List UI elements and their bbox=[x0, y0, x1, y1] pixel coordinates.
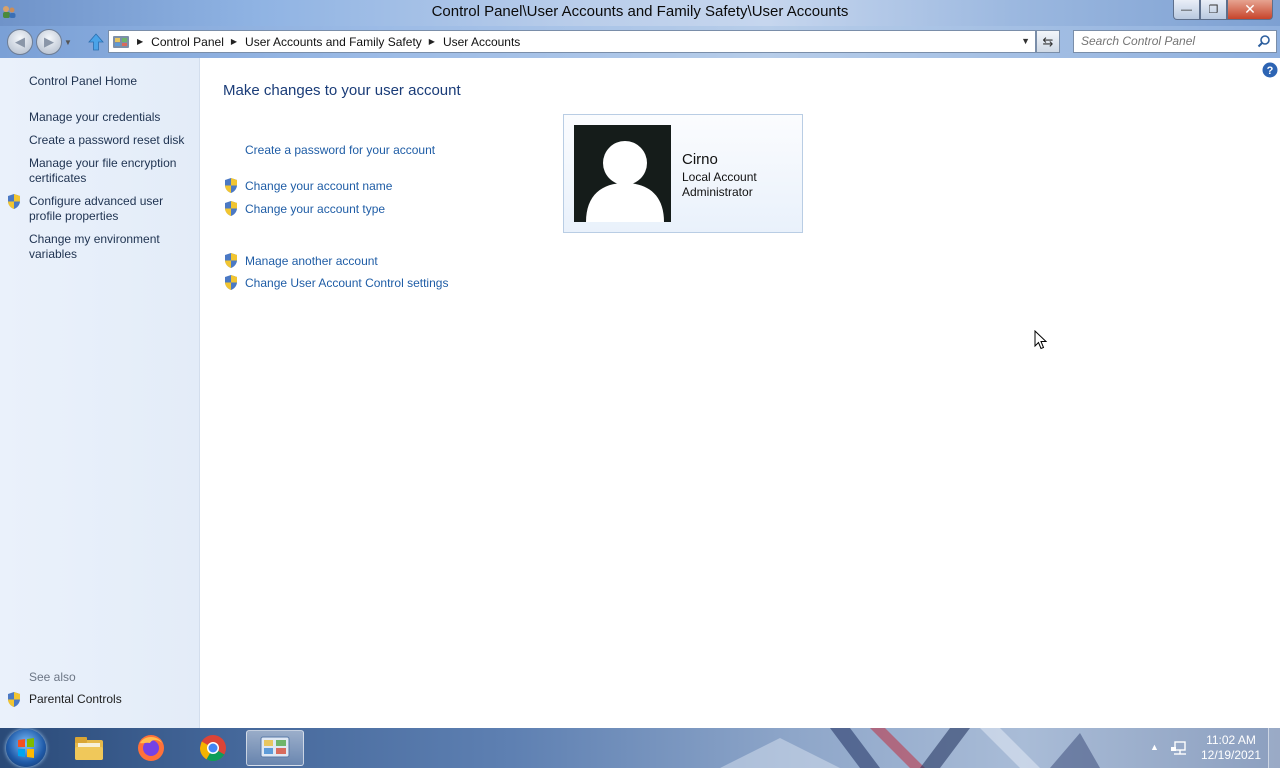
system-tray: ▲ 11:02 AM 12/19/2021 bbox=[1140, 728, 1280, 768]
uac-shield-icon bbox=[225, 178, 237, 193]
minimize-button[interactable]: — bbox=[1173, 0, 1200, 20]
control-panel-icon bbox=[113, 35, 129, 48]
avatar bbox=[574, 125, 671, 222]
refresh-button[interactable]: ⇆ bbox=[1036, 30, 1060, 53]
forward-button[interactable]: ▶ bbox=[36, 29, 62, 55]
windows-logo-icon bbox=[18, 738, 34, 758]
recent-pages-dropdown[interactable]: ▼ bbox=[64, 38, 72, 47]
control-panel-icon bbox=[260, 736, 290, 758]
environment-variables-link[interactable]: Change my environment variables bbox=[29, 232, 194, 262]
firefox-icon bbox=[138, 735, 164, 761]
help-icon[interactable]: ? bbox=[1262, 62, 1278, 78]
manage-credentials-link[interactable]: Manage your credentials bbox=[29, 110, 194, 125]
user-silhouette-icon bbox=[586, 141, 664, 222]
uac-shield-icon bbox=[225, 201, 237, 216]
control-panel-home-link[interactable]: Control Panel Home bbox=[29, 74, 194, 89]
arrow-left-icon: ◀ bbox=[15, 34, 25, 49]
user-name: Cirno bbox=[682, 151, 718, 168]
file-encryption-link[interactable]: Manage your file encryption certificates bbox=[29, 156, 194, 186]
clock-date: 12/19/2021 bbox=[1200, 748, 1262, 762]
change-account-type-link[interactable]: Change your account type bbox=[245, 202, 385, 216]
left-task-pane: Control Panel Home Manage your credentia… bbox=[0, 58, 200, 728]
refresh-icon: ⇆ bbox=[1042, 33, 1054, 49]
show-desktop-button[interactable] bbox=[1268, 728, 1280, 768]
svg-text:?: ? bbox=[1267, 65, 1274, 77]
taskbar-control-panel[interactable] bbox=[246, 730, 304, 766]
uac-shield-icon bbox=[225, 253, 237, 268]
user-account-tile[interactable]: Cirno Local Account Administrator bbox=[563, 114, 803, 233]
title-bar: Control Panel\User Accounts and Family S… bbox=[0, 0, 1280, 26]
chevron-down-icon[interactable]: ▼ bbox=[1021, 36, 1030, 46]
parental-controls-link[interactable]: Parental Controls bbox=[29, 692, 194, 707]
window-title: Control Panel\User Accounts and Family S… bbox=[431, 3, 849, 20]
search-icon[interactable] bbox=[1257, 34, 1271, 48]
address-bar[interactable]: ▶ Control Panel ▶ User Accounts and Fami… bbox=[108, 30, 1036, 53]
start-button[interactable] bbox=[6, 729, 46, 767]
wallpaper-art bbox=[720, 728, 1100, 768]
show-hidden-icons-button[interactable]: ▲ bbox=[1150, 742, 1159, 752]
taskbar-explorer[interactable] bbox=[60, 730, 118, 766]
breadcrumb-control-panel[interactable]: Control Panel bbox=[151, 35, 224, 49]
see-also-heading: See also bbox=[29, 670, 76, 684]
uac-shield-icon bbox=[225, 275, 237, 290]
network-icon[interactable] bbox=[1170, 739, 1188, 757]
chevron-right-icon[interactable]: ▶ bbox=[429, 37, 435, 46]
uac-shield-icon bbox=[8, 194, 20, 209]
manage-another-account-link[interactable]: Manage another account bbox=[245, 254, 378, 268]
windows-explorer-icon bbox=[75, 737, 103, 760]
breadcrumb-user-accounts-family-safety[interactable]: User Accounts and Family Safety bbox=[245, 35, 422, 49]
arrow-right-icon: ▶ bbox=[44, 34, 54, 49]
chevron-right-icon[interactable]: ▶ bbox=[137, 37, 143, 46]
account-type-label: Local Account bbox=[682, 170, 757, 184]
main-content: ? Make changes to your user account Crea… bbox=[201, 58, 1280, 728]
create-password-link[interactable]: Create a password for your account bbox=[245, 143, 435, 157]
account-role-label: Administrator bbox=[682, 185, 753, 199]
taskbar-chrome[interactable] bbox=[184, 730, 242, 766]
clock[interactable]: 11:02 AM 12/19/2021 bbox=[1196, 733, 1266, 763]
up-button[interactable] bbox=[86, 31, 106, 53]
mouse-cursor-icon bbox=[1034, 330, 1048, 350]
search-input[interactable] bbox=[1081, 34, 1251, 48]
search-box[interactable] bbox=[1073, 30, 1277, 53]
page-title: Make changes to your user account bbox=[223, 82, 461, 99]
chrome-icon bbox=[199, 735, 226, 762]
taskbar-firefox[interactable] bbox=[122, 730, 180, 766]
close-button[interactable]: ✕ bbox=[1227, 0, 1273, 20]
chevron-right-icon[interactable]: ▶ bbox=[231, 37, 237, 46]
maximize-button[interactable]: ❐ bbox=[1200, 0, 1227, 20]
password-reset-disk-link[interactable]: Create a password reset disk bbox=[29, 133, 194, 148]
clock-time: 11:02 AM bbox=[1206, 733, 1256, 747]
breadcrumb-user-accounts[interactable]: User Accounts bbox=[443, 35, 520, 49]
advanced-profile-properties-link[interactable]: Configure advanced user profile properti… bbox=[29, 194, 194, 224]
arrow-up-icon bbox=[88, 33, 104, 51]
taskbar: ▲ 11:02 AM 12/19/2021 bbox=[0, 728, 1280, 768]
window-controls: — ❐ ✕ bbox=[1173, 0, 1273, 20]
back-button[interactable]: ◀ bbox=[7, 29, 33, 55]
uac-shield-icon bbox=[8, 692, 20, 707]
change-account-name-link[interactable]: Change your account name bbox=[245, 179, 392, 193]
navigation-bar: ◀ ▶ ▼ ▶ Control Panel ▶ User Accounts an… bbox=[0, 26, 1280, 58]
uac-settings-link[interactable]: Change User Account Control settings bbox=[245, 276, 448, 290]
